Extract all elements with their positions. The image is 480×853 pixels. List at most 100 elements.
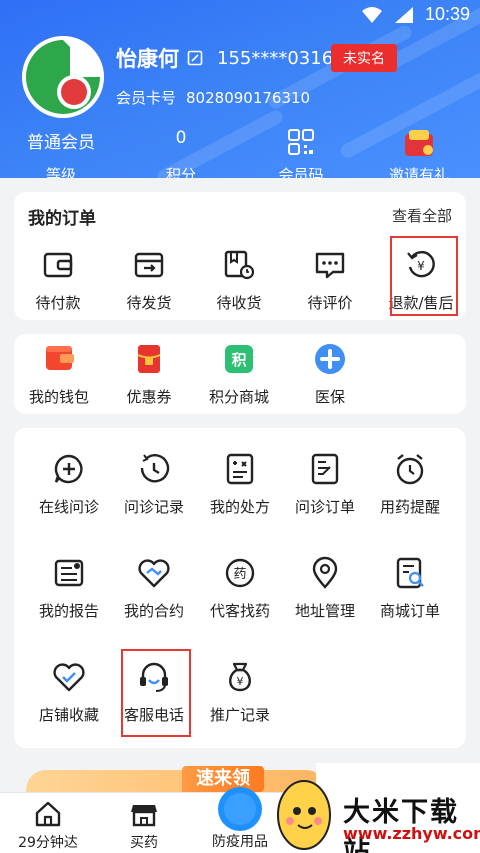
service-medication-reminder[interactable]: 用药提醒 — [365, 452, 455, 517]
status-bar: 10:39 — [361, 4, 470, 25]
history-icon — [140, 454, 170, 483]
coupon[interactable]: 优惠券 — [104, 342, 194, 407]
stat-invite[interactable]: 邀请有礼 — [364, 128, 474, 178]
highlight-box — [390, 236, 458, 316]
mall-order-icon — [396, 557, 424, 589]
watermark-title: 大米下载站 — [343, 797, 459, 853]
service-label: 代客找药 — [209, 602, 270, 620]
money-bag-icon: ¥ — [229, 662, 251, 692]
service-store-favorites[interactable]: 店铺收藏 — [24, 660, 114, 725]
comment-icon — [315, 252, 345, 279]
tab-buy-medicine[interactable]: 买药 — [96, 793, 192, 852]
wallet-icon — [46, 346, 74, 370]
status-time: 10:39 — [424, 4, 470, 24]
asset-label: 医保 — [314, 388, 345, 406]
stat-level-value: 普通会员 — [27, 133, 95, 153]
service-online-consult[interactable]: 在线问诊 — [24, 452, 114, 517]
stat-points-value: 0 — [175, 128, 187, 148]
order-item-label: 待评价 — [307, 294, 353, 312]
chat-plus-icon — [54, 454, 83, 484]
service-label: 商城订单 — [379, 602, 440, 620]
service-my-contract[interactable]: 我的合约 — [109, 556, 199, 621]
stat-member-code-label: 会员码 — [278, 166, 324, 178]
order-pending-review[interactable]: 待评价 — [285, 248, 375, 313]
asset-label: 我的钱包 — [28, 388, 89, 406]
edit-icon[interactable] — [187, 50, 203, 66]
asset-label: 积分商城 — [208, 388, 269, 406]
medical-insurance[interactable]: 医保 — [285, 342, 375, 407]
order-item-label: 待付款 — [35, 294, 81, 312]
profile-header: 10:39 怡康何 155****0316 未实名 会员卡号 8028090176… — [0, 0, 480, 178]
order-item-label: 待收货 — [216, 294, 262, 312]
service-label: 在线问诊 — [38, 498, 99, 516]
my-wallet[interactable]: 我的钱包 — [14, 342, 104, 407]
order-pending-receive[interactable]: 待收货 — [194, 248, 284, 313]
service-consult-history[interactable]: 问诊记录 — [109, 452, 199, 517]
location-icon — [312, 556, 338, 589]
stat-level[interactable]: 普通会员 等级 — [6, 128, 116, 178]
stat-points[interactable]: 0 积分 — [126, 128, 236, 178]
heart-check-icon — [53, 663, 85, 692]
receive-icon — [224, 250, 255, 280]
service-mall-order[interactable]: 商城订单 — [365, 556, 455, 621]
wallet-icon — [43, 252, 73, 278]
highlight-box — [121, 649, 191, 737]
home-icon — [35, 801, 61, 827]
report-icon — [54, 559, 84, 587]
orders-card: 我的订单 查看全部 待付款 待发货 待收货 待评价 ¥ 退款/售后 — [14, 192, 466, 320]
order-pending-payment[interactable]: 待付款 — [13, 248, 103, 313]
service-find-drug[interactable]: 药 代客找药 — [195, 556, 285, 621]
svg-text:药: 药 — [233, 567, 246, 582]
gift-icon — [405, 130, 433, 156]
assets-card: 我的钱包 优惠券 积 积分商城 医保 — [14, 334, 466, 414]
stat-member-code[interactable]: 会员码 — [246, 128, 356, 178]
user-phone: 155****0316 — [217, 47, 334, 69]
view-all-orders[interactable]: 查看全部 — [392, 205, 452, 226]
card-label: 会员卡号 — [116, 89, 177, 107]
service-label: 地址管理 — [294, 602, 355, 620]
svg-text:积: 积 — [231, 351, 246, 369]
service-promotion-record[interactable]: ¥ 推广记录 — [195, 660, 285, 725]
tab-label: 买药 — [130, 835, 158, 851]
service-consult-order[interactable]: 问诊订单 — [280, 452, 370, 517]
coupon-icon — [137, 345, 161, 373]
asset-label: 优惠券 — [126, 388, 172, 406]
stat-points-label: 积分 — [165, 166, 196, 178]
tab-home[interactable]: 29分钟达 — [0, 793, 96, 852]
service-label: 用药提醒 — [379, 498, 440, 516]
handshake-icon — [138, 559, 170, 588]
verify-badge[interactable]: 未实名 — [331, 44, 397, 72]
service-address[interactable]: 地址管理 — [280, 556, 370, 621]
order-pending-ship[interactable]: 待发货 — [104, 248, 194, 313]
points-mall[interactable]: 积 积分商城 — [194, 342, 284, 407]
service-label: 我的合约 — [123, 602, 184, 620]
card-number: 8028090176310 — [186, 89, 311, 107]
user-name: 怡康何 — [116, 47, 179, 71]
service-label: 店铺收藏 — [38, 706, 99, 724]
alarm-icon — [396, 454, 424, 485]
shop-icon — [131, 805, 157, 827]
orders-title: 我的订单 — [28, 209, 96, 229]
points-icon: 积 — [225, 345, 253, 373]
services-card: 在线问诊 问诊记录 我的处方 问诊订单 用药提醒 我的报告 我的合约 药 代客找… — [14, 428, 466, 748]
epidemic-icon — [218, 787, 262, 831]
prescription-icon — [226, 453, 254, 485]
svg-text:¥: ¥ — [237, 675, 244, 688]
avatar[interactable] — [22, 36, 104, 118]
find-drug-icon: 药 — [225, 558, 255, 588]
order-item-label: 待发货 — [126, 294, 172, 312]
service-my-report[interactable]: 我的报告 — [24, 556, 114, 621]
service-label: 我的报告 — [38, 602, 99, 620]
consult-order-icon — [311, 453, 339, 485]
watermark-url: www.zzhyw.com — [343, 824, 480, 843]
stat-invite-label: 邀请有礼 — [388, 166, 449, 178]
service-label: 推广记录 — [209, 706, 270, 724]
medical-insurance-icon — [315, 344, 345, 374]
service-prescription[interactable]: 我的处方 — [195, 452, 285, 517]
service-label: 问诊订单 — [294, 498, 355, 516]
wifi-icon — [361, 6, 382, 23]
tab-label: 29分钟达 — [18, 835, 78, 851]
qr-code-icon — [288, 129, 314, 155]
service-label: 我的处方 — [209, 498, 270, 516]
signal-icon — [394, 6, 413, 23]
